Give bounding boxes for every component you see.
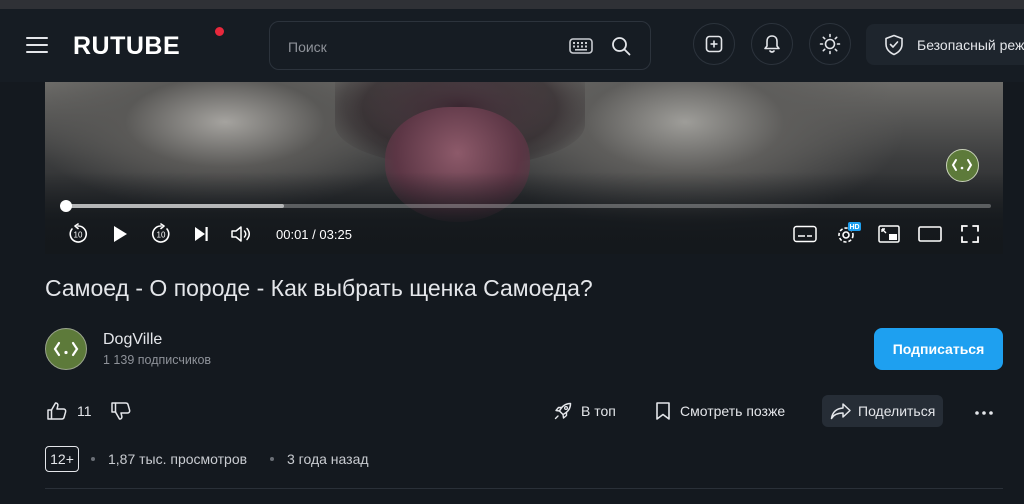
channel-avatar[interactable] [45, 328, 87, 370]
theater-mode-button[interactable] [918, 223, 942, 245]
progress-bar[interactable] [59, 200, 991, 212]
video-title: Самоед - О породе - Как выбрать щенка Са… [45, 275, 593, 301]
forward-icon: 10 [151, 223, 170, 243]
time-separator: / [308, 227, 320, 242]
theater-icon [918, 226, 942, 242]
separator-dot [91, 457, 95, 461]
shield-icon [884, 34, 904, 61]
to-top-label: В топ [581, 403, 616, 419]
rocket-icon [554, 402, 572, 420]
bookmark-icon [656, 402, 670, 420]
dislike-button[interactable] [110, 395, 132, 427]
subscribe-button[interactable]: Подписаться [874, 328, 1003, 370]
safe-mode-button[interactable]: Безопасный режим [866, 24, 1024, 65]
time-display: 00:01 / 03:25 [276, 227, 352, 242]
next-video-button[interactable] [192, 223, 210, 245]
subscriber-count: 1 139 подписчиков [103, 353, 212, 367]
current-time: 00:01 [276, 227, 309, 242]
thumbs-up-icon [47, 402, 67, 420]
volume-icon [231, 226, 250, 242]
search-icon[interactable] [611, 36, 631, 61]
miniplayer-icon [878, 225, 900, 243]
thumbs-down-icon [111, 402, 131, 420]
subtitles-icon [793, 225, 817, 243]
theme-toggle-button[interactable] [809, 23, 851, 65]
keyboard-icon[interactable] [569, 38, 593, 59]
share-arrow-icon [830, 403, 851, 420]
settings-gear-icon: HD [838, 222, 861, 243]
video-player[interactable]: 10 10 00:01 / 03:25 HD [45, 82, 1003, 254]
quality-settings-button[interactable]: HD [835, 222, 861, 245]
play-icon [114, 226, 127, 242]
age-rating-badge: 12+ [45, 446, 79, 472]
forward-10-button[interactable]: 10 [150, 223, 172, 245]
search-box[interactable]: Поиск [269, 21, 651, 70]
add-video-icon [705, 35, 723, 53]
view-count: 1,87 тыс. просмотров [108, 451, 248, 467]
progress-handle[interactable] [59, 200, 72, 212]
more-options-button[interactable] [974, 403, 994, 421]
channel-watermark[interactable] [946, 149, 979, 182]
menu-icon[interactable] [26, 35, 48, 55]
svg-text:10: 10 [157, 231, 166, 240]
upload-button[interactable] [693, 23, 735, 65]
share-button[interactable]: Поделиться [822, 395, 944, 427]
fullscreen-icon [961, 225, 979, 243]
safe-mode-label: Безопасный режим [917, 37, 1024, 53]
progress-buffered [61, 204, 285, 208]
sun-icon [819, 33, 841, 55]
separator-dot [270, 457, 274, 461]
rewind-10-button[interactable]: 10 [67, 223, 89, 245]
logo[interactable]: RUTUBE [73, 32, 180, 61]
volume-button[interactable] [230, 223, 254, 245]
watch-later-button[interactable]: Смотреть позже [655, 395, 785, 427]
miniplayer-button[interactable] [878, 223, 900, 245]
header: RUTUBE Поиск Безопасный режим [0, 9, 1024, 82]
duration: 03:25 [319, 227, 352, 242]
play-button[interactable] [109, 223, 131, 245]
like-button[interactable]: 11 [46, 395, 92, 427]
like-count: 11 [77, 403, 92, 419]
bell-icon [764, 35, 780, 53]
to-top-button[interactable]: В топ [553, 395, 616, 427]
next-icon [195, 227, 208, 241]
rewind-icon: 10 [69, 223, 88, 243]
watch-later-label: Смотреть позже [680, 403, 786, 419]
search-input[interactable]: Поиск [288, 39, 327, 55]
publish-date: 3 года назад [287, 451, 369, 467]
share-label: Поделиться [858, 403, 936, 419]
notifications-button[interactable] [751, 23, 793, 65]
subtitles-button[interactable] [793, 223, 817, 245]
divider [45, 488, 1003, 489]
svg-text:10: 10 [74, 231, 83, 240]
fullscreen-button[interactable] [959, 223, 981, 245]
channel-name[interactable]: DogVille [103, 331, 162, 349]
top-strip [0, 0, 1024, 9]
svg-text:HD: HD [849, 224, 859, 231]
more-dots-icon [975, 411, 993, 415]
logo-badge [213, 25, 226, 38]
